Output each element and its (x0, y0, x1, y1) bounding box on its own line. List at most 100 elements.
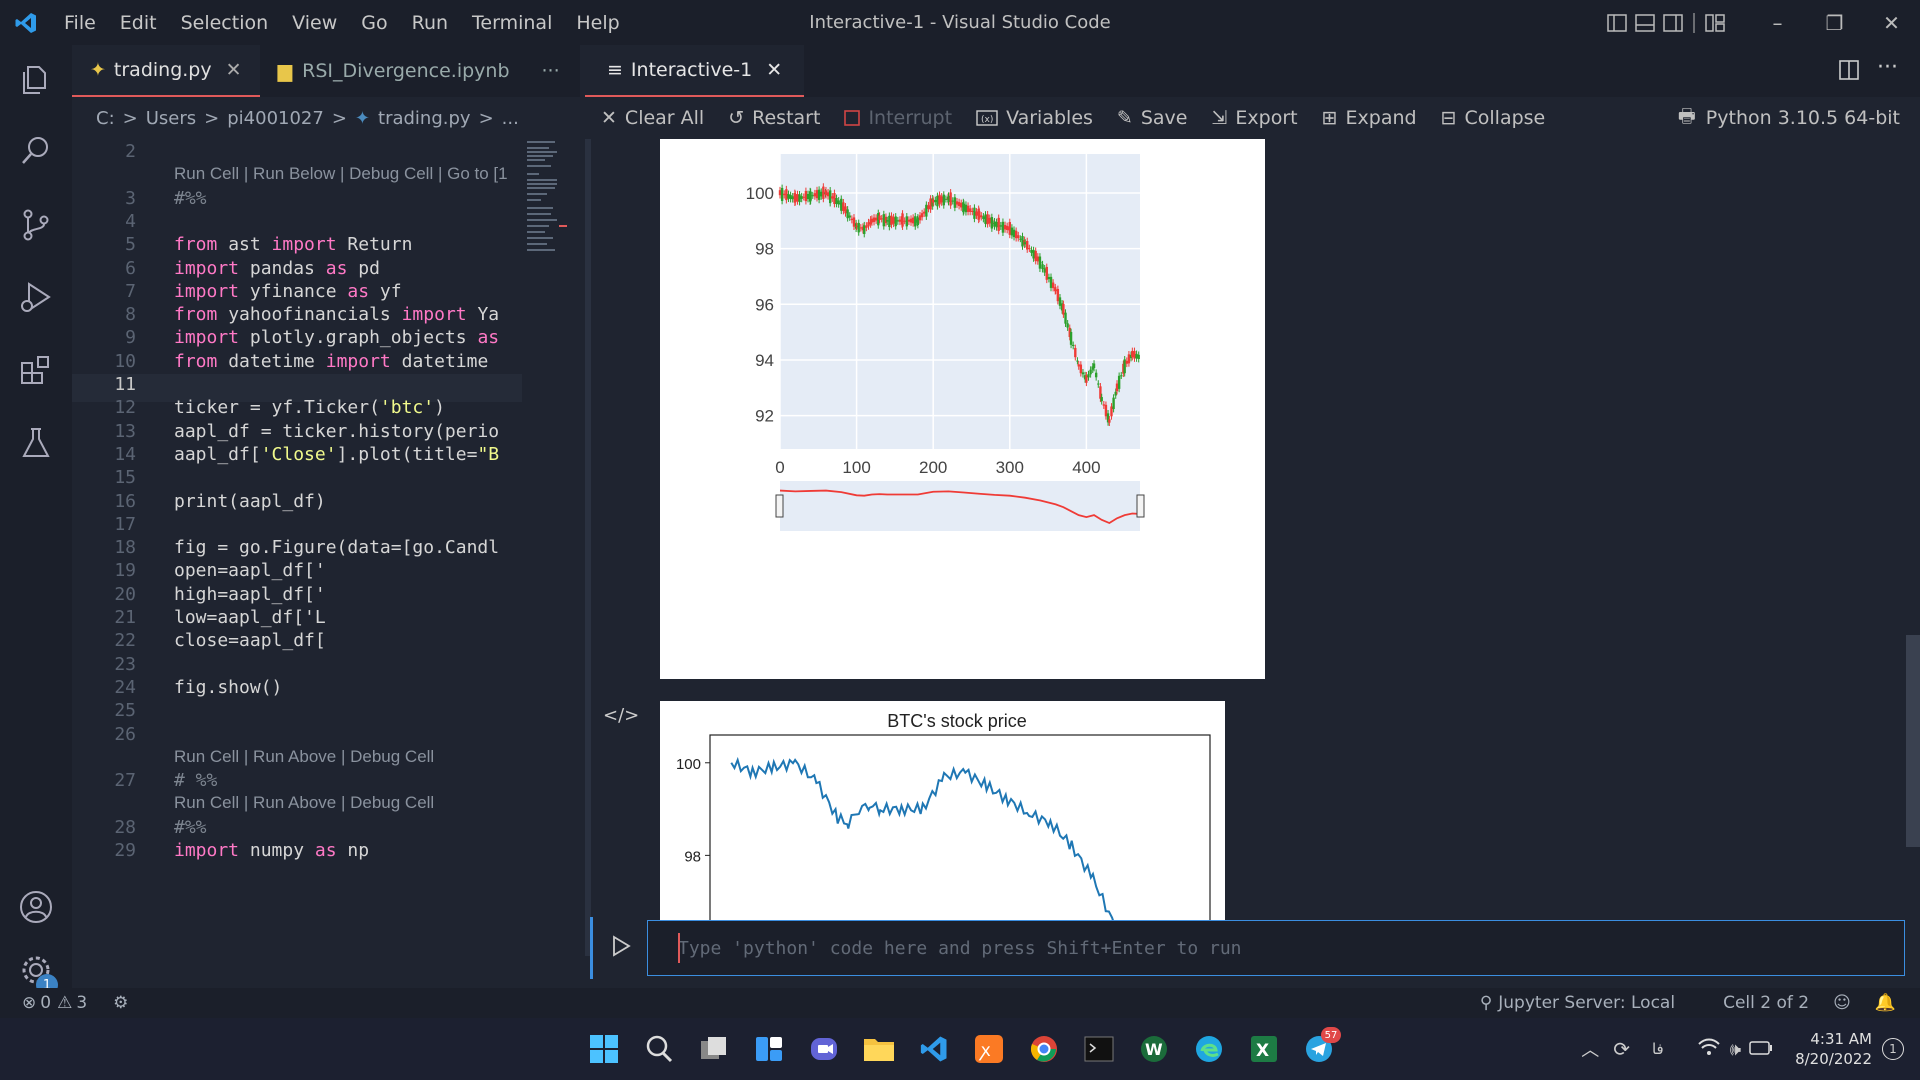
close-tab-icon[interactable]: ✕ (226, 59, 242, 81)
menu-terminal[interactable]: Terminal (460, 12, 564, 34)
search-icon[interactable] (0, 120, 72, 180)
breadcrumb-file[interactable]: trading.py (378, 108, 471, 129)
vscode-taskbar-icon[interactable] (916, 1031, 952, 1067)
kernel-picker[interactable]: 🖶 Python 3.10.5 64-bit (1678, 97, 1900, 139)
customize-layout-icon[interactable] (1701, 0, 1729, 45)
accounts-icon[interactable] (0, 877, 72, 937)
taskbar-search-icon[interactable] (641, 1031, 677, 1067)
menu-file[interactable]: File (52, 12, 108, 34)
output-area[interactable]: 0 100 200 300 400 92 94 96 98 100 </> BTC's stock… (585, 139, 1920, 956)
export-button[interactable]: ⇲ Export (1211, 107, 1297, 129)
show-hidden-icons-icon[interactable]: ︿ (1581, 1036, 1599, 1062)
code-editor[interactable]: 2 Run Cell | Run Below | Debug Cell | Go … (72, 139, 522, 988)
run-debug-icon[interactable] (0, 267, 72, 327)
system-tray: ︿ ⟳ فا 🕪 4:31 AM 8/20/2022 1 (1581, 1018, 1920, 1080)
edge-icon[interactable] (1191, 1031, 1227, 1067)
notifications-bell-icon[interactable]: 🔔 (1875, 993, 1896, 1013)
sync-icon[interactable]: ⟳ (1613, 1037, 1630, 1061)
telegram-icon[interactable]: 57 (1301, 1027, 1341, 1067)
breadcrumb-users[interactable]: Users (146, 108, 196, 129)
candlestick-chart[interactable]: 0 100 200 300 400 92 94 96 98 100 (660, 139, 1265, 679)
candle-body (980, 215, 983, 218)
battery-icon[interactable] (1749, 1040, 1773, 1059)
notification-badge[interactable]: 1 (1882, 1038, 1904, 1060)
clear-all-button[interactable]: ✕ Clear All (601, 107, 704, 129)
testing-icon[interactable] (0, 413, 72, 473)
cell-indicator (585, 139, 591, 956)
breadcrumb-user-folder[interactable]: pi4001027 (227, 108, 324, 129)
restart-button[interactable]: ↺ Restart (728, 107, 820, 129)
teams-chat-icon[interactable] (806, 1031, 842, 1067)
close-window-button[interactable]: ✕ (1863, 0, 1920, 45)
source-control-icon[interactable] (0, 195, 72, 255)
toggle-secondary-sidebar-icon[interactable] (1659, 0, 1687, 45)
code-toggle-icon[interactable]: </> (603, 705, 639, 726)
code-lens-actions[interactable]: Run Cell | Run Below | Debug Cell | Go t… (174, 164, 508, 184)
input-language[interactable]: فا (1652, 1040, 1664, 1058)
tab-interactive-1[interactable]: ≡ Interactive-1 ✕ (585, 45, 805, 97)
collapse-button[interactable]: ⊟ Collapse (1441, 107, 1546, 129)
line-number: 20 (114, 583, 136, 605)
menu-go[interactable]: Go (349, 12, 399, 34)
clock[interactable]: 4:31 AM 8/20/2022 (1795, 1029, 1872, 1069)
debug-launch-icon[interactable]: ⚙ (113, 993, 128, 1013)
expand-button[interactable]: ⊞ Expand (1322, 107, 1417, 129)
toggle-panel-icon[interactable] (1631, 0, 1659, 45)
breadcrumb-separator: > (478, 107, 494, 129)
candle-body (1012, 229, 1016, 238)
feedback-icon[interactable]: ☺ (1833, 993, 1851, 1013)
widgets-icon[interactable] (751, 1031, 787, 1067)
problems-indicator[interactable]: ⊗ 0 ⚠ 3 ⚙ (0, 993, 128, 1013)
wifi-icon[interactable] (1698, 1038, 1720, 1060)
menu-selection[interactable]: Selection (169, 12, 281, 34)
variables-button[interactable]: (x) Variables (976, 107, 1093, 129)
extensions-icon[interactable] (0, 340, 72, 400)
line-text: aapl_df = ticker.history(perio (174, 420, 500, 442)
plotly-output[interactable]: 0 100 200 300 400 92 94 96 98 100 (660, 139, 1265, 679)
code-input[interactable]: Type 'python' code here and press Shift+… (647, 920, 1905, 976)
breadcrumb-drive[interactable]: C: (96, 108, 115, 129)
candle-body (844, 206, 847, 214)
menu-view[interactable]: View (280, 12, 349, 34)
menu-help[interactable]: Help (564, 12, 631, 34)
volume-icon[interactable]: 🕪 (1730, 1039, 1741, 1060)
tab-rsi-divergence[interactable]: ▆ RSI_Divergence.ipynb (260, 45, 528, 97)
code-lens-actions[interactable]: Run Cell | Run Above | Debug Cell (174, 747, 434, 767)
xampp-icon[interactable]: ꭗ (971, 1031, 1007, 1067)
wamp-icon[interactable]: W (1136, 1031, 1172, 1067)
candle-body (802, 196, 805, 198)
restore-button[interactable]: ❐ (1806, 0, 1863, 45)
run-input-icon[interactable] (605, 931, 635, 961)
line-text: import numpy as np (174, 840, 370, 861)
task-view-icon[interactable] (696, 1031, 732, 1067)
candle-body (949, 192, 952, 206)
tab-trading-py[interactable]: ✦ trading.py ✕ (72, 45, 260, 97)
candle-body (993, 221, 996, 227)
code-line: 29 import numpy as np (72, 840, 522, 868)
split-editor-icon[interactable] (1838, 59, 1860, 85)
toggle-primary-sidebar-icon[interactable] (1603, 0, 1631, 45)
code-lens-actions[interactable]: Run Cell | Run Above | Debug Cell (174, 793, 434, 813)
excel-icon[interactable]: X (1246, 1031, 1282, 1067)
menu-edit[interactable]: Edit (108, 12, 169, 34)
close-tab-icon[interactable]: ✕ (766, 59, 782, 81)
jupyter-server-status[interactable]: ⚲ Jupyter Server: Local (1480, 993, 1699, 1013)
file-explorer-icon[interactable] (861, 1031, 897, 1067)
chrome-icon[interactable] (1026, 1031, 1062, 1067)
cell-count[interactable]: Cell 2 of 2 (1723, 993, 1809, 1013)
explorer-icon[interactable] (0, 50, 72, 110)
minimap[interactable] (527, 139, 567, 299)
interrupt-button[interactable]: Interrupt (844, 107, 952, 129)
candle-body (872, 217, 876, 223)
terminal-icon[interactable] (1081, 1031, 1117, 1067)
restart-icon: ↺ (728, 107, 745, 129)
minimize-button[interactable]: – (1749, 0, 1806, 45)
more-actions-icon[interactable]: ··· (1877, 55, 1898, 80)
start-windows-icon[interactable] (586, 1031, 622, 1067)
output-scrollbar[interactable] (1906, 635, 1920, 847)
breadcrumb-symbol[interactable]: ... (502, 108, 519, 129)
candle-body (968, 208, 972, 212)
save-button[interactable]: ✎ Save (1117, 107, 1188, 129)
menu-run[interactable]: Run (400, 12, 460, 34)
more-actions-icon[interactable]: ··· (528, 45, 578, 97)
